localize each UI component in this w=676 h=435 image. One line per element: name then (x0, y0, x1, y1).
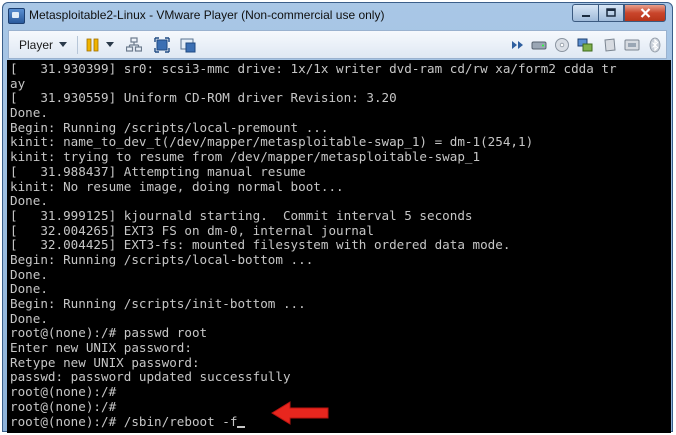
console-line: kinit: name_to_dev_t(/dev/mapper/metaspl… (10, 134, 534, 150)
console-line: kinit: trying to resume from /dev/mapper… (10, 149, 481, 165)
vmware-player-window: Metasploitable2-Linux - VMware Player (N… (2, 2, 673, 433)
network-adapter-device-button[interactable] (576, 36, 593, 53)
console-line: [ 31.999125] kjournald starting. Commit … (10, 207, 473, 223)
console-line: Begin: Running /scripts/init-bottom ... (10, 296, 306, 311)
arrows-button[interactable] (509, 36, 526, 53)
pause-icon (86, 38, 98, 51)
fullscreen-icon (153, 36, 170, 53)
player-menu-label: Player (19, 37, 54, 52)
floppy-device-button[interactable] (623, 36, 640, 53)
usb-device-button[interactable] (601, 36, 618, 53)
chevron-down-icon (59, 41, 68, 47)
cd-icon (554, 37, 569, 52)
cd-dvd-device-button[interactable] (553, 36, 570, 53)
red-arrow-annotation-icon (271, 401, 329, 425)
network-adapter-icon (577, 38, 592, 51)
console-line: root@(none):/# (10, 398, 117, 414)
close-icon (640, 8, 650, 18)
console-line: Begin: Running /scripts/local-bottom ... (10, 251, 314, 267)
console-output: [ 31.930399] sr0: scsi3-mmc drive: 1x/1x… (7, 60, 671, 429)
console-line: kinit: No resume image, doing normal boo… (10, 178, 344, 194)
console-line: Done. (10, 105, 48, 121)
usb-icon (603, 37, 616, 52)
window-controls (572, 4, 666, 23)
text-cursor (237, 425, 246, 428)
pause-button[interactable] (84, 36, 101, 53)
chevron-down-icon (106, 41, 114, 47)
console-line: Begin: Running /scripts/local-premount .… (10, 119, 329, 135)
bluetooth-device-button[interactable] (646, 36, 663, 53)
title-bar[interactable]: Metasploitable2-Linux - VMware Player (N… (3, 3, 672, 29)
minimize-button[interactable] (572, 4, 598, 22)
minimize-icon (581, 15, 590, 17)
console-line: passwd: password updated successfully (10, 369, 291, 385)
player-menu-button[interactable]: Player (15, 35, 71, 54)
arrows-icon (511, 40, 523, 49)
maximize-button[interactable] (598, 4, 624, 22)
bluetooth-icon (649, 37, 660, 52)
console-line: root@(none):/# passwd root (10, 325, 208, 341)
toolbar-separator (77, 36, 78, 54)
unity-icon (180, 38, 195, 52)
network-icon (125, 36, 142, 52)
console-line: Retype new UNIX password: (10, 354, 200, 370)
console-line: Enter new UNIX password: (10, 340, 192, 356)
floppy-icon (624, 39, 639, 50)
vm-console-screen[interactable]: [ 31.930399] sr0: scsi3-mmc drive: 1x/1x… (7, 60, 671, 433)
console-line: Done. (10, 266, 48, 282)
console-line: Done. (10, 193, 48, 209)
fullscreen-button[interactable] (153, 36, 170, 53)
close-button[interactable] (624, 4, 666, 22)
console-line: Done. (10, 310, 48, 326)
console-command: root@(none):/# /sbin/reboot -f (10, 413, 238, 429)
player-toolbar: Player (8, 30, 667, 59)
console-line: [ 32.004265] EXT3 FS on dm-0, internal j… (10, 222, 374, 238)
console-prompt-line[interactable]: root@(none):/# /sbin/reboot -f (10, 413, 671, 430)
console-line: [ 31.930399] sr0: scsi3-mmc drive: 1x/1x… (10, 61, 617, 76)
console-line: [ 31.988437] Attempting manual resume (10, 163, 306, 179)
console-line: ay (10, 75, 26, 91)
console-line: [ 31.930559] Uniform CD-ROM driver Revis… (10, 90, 397, 106)
console-line: root@(none):/# (10, 384, 117, 400)
console-line: [ 32.004425] EXT3-fs: mounted filesystem… (10, 237, 511, 253)
unity-button[interactable] (179, 36, 196, 53)
hard-drive-icon (531, 41, 546, 49)
window-title: Metasploitable2-Linux - VMware Player (N… (29, 8, 385, 22)
hard-disk-device-button[interactable] (530, 36, 547, 53)
send-ctrl-alt-del-button[interactable] (125, 36, 142, 53)
maximize-icon (606, 8, 616, 17)
vmware-app-icon (8, 8, 25, 24)
console-line: Done. (10, 281, 48, 297)
pause-dropdown-button[interactable] (105, 36, 115, 53)
